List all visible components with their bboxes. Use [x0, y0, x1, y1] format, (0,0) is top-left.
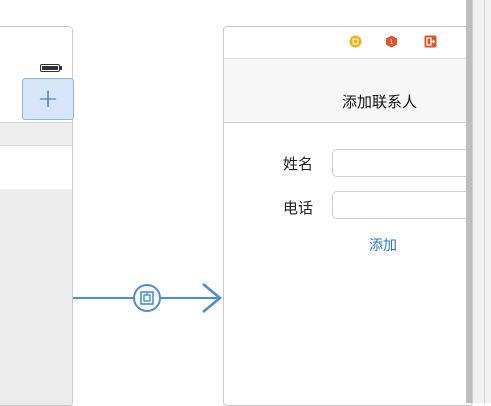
- add-contact-scene[interactable]: 1 添加联系人 姓名 电话 添加: [223, 26, 473, 406]
- segue-line[interactable]: [73, 297, 137, 299]
- table-header-band: [0, 123, 72, 145]
- phone-label: 电话: [283, 199, 314, 217]
- table-cell[interactable]: [0, 145, 72, 189]
- svg-text:1: 1: [390, 39, 394, 46]
- segue-show-icon[interactable]: [133, 284, 161, 312]
- add-button[interactable]: 添加: [369, 235, 397, 255]
- add-bar-button[interactable]: +: [22, 78, 74, 120]
- first-responder-icon[interactable]: 1: [385, 35, 398, 48]
- segue-arrow-icon: [202, 282, 223, 314]
- table-view[interactable]: [0, 188, 72, 405]
- phone-field[interactable]: [332, 191, 472, 219]
- inspector-divider: [484, 0, 485, 403]
- name-label: 姓名: [283, 155, 314, 173]
- view-controller-icon[interactable]: [349, 35, 362, 48]
- scene-dock: 1: [224, 27, 472, 57]
- exit-icon[interactable]: [424, 35, 437, 48]
- battery-icon: [40, 64, 60, 72]
- nav-title: 添加联系人: [342, 93, 418, 111]
- navigation-bar: 添加联系人: [224, 58, 472, 123]
- plus-icon: +: [37, 84, 59, 114]
- name-field[interactable]: [332, 149, 472, 177]
- inspector-edge: [472, 0, 491, 403]
- storyboard-canvas: + 1 添加联系人 姓名 电话 添加: [0, 0, 491, 406]
- battery-tip: [60, 66, 62, 70]
